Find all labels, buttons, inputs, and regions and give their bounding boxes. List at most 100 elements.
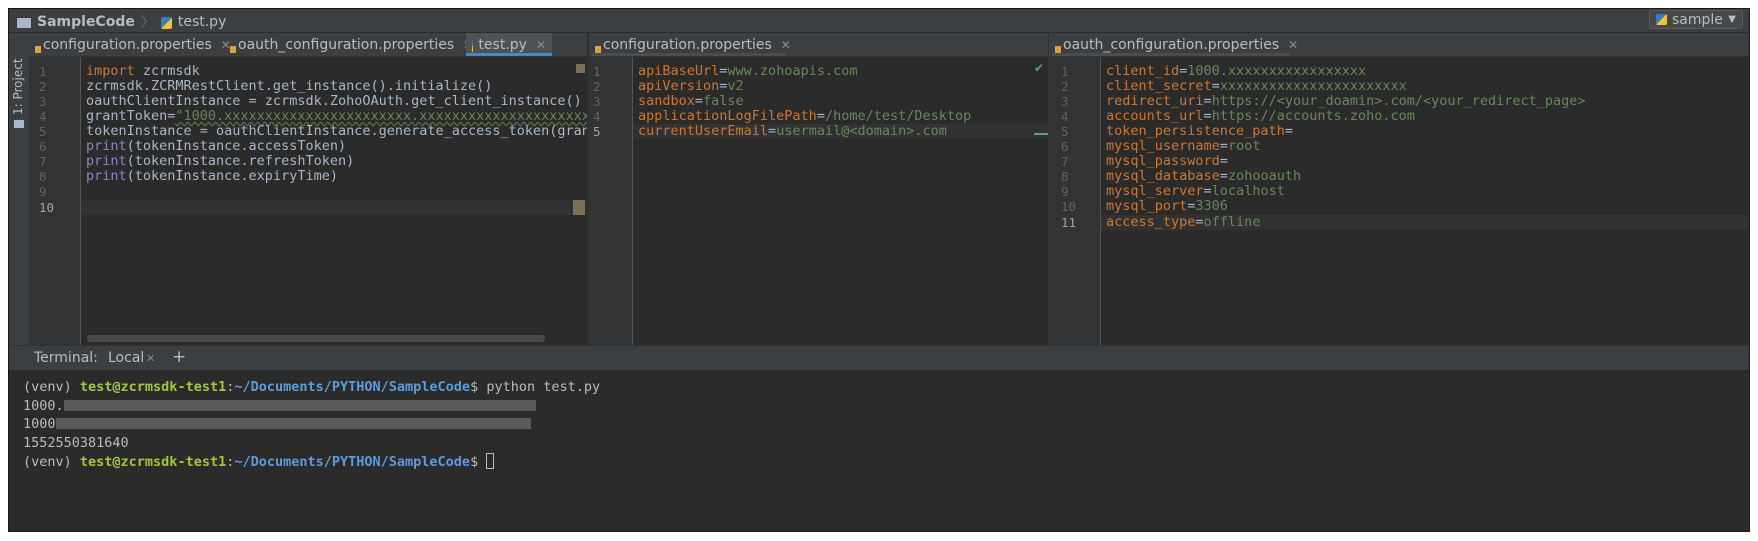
property-line: mysql_username=root bbox=[1106, 138, 1261, 154]
line-number: 5 bbox=[593, 124, 601, 139]
line-number: 4 bbox=[39, 109, 47, 124]
property-line: applicationLogFilePath=/home/test/Deskto… bbox=[638, 108, 972, 124]
line-number: 1 bbox=[39, 64, 47, 79]
run-config-label: sample bbox=[1672, 11, 1723, 28]
property-line: token_persistence_path= bbox=[1106, 123, 1293, 139]
terminal-output-line: 1000. bbox=[23, 397, 536, 415]
terminal-prompt-line: (venv) test@zcrmsdk-test1:~/Documents/PY… bbox=[23, 453, 495, 471]
line-number-gutter: 1 2 3 4 5 6 7 8 9 10 11 bbox=[1049, 57, 1101, 345]
line-number: 8 bbox=[1061, 169, 1069, 184]
line-number: 6 bbox=[39, 139, 47, 154]
line-number: 5 bbox=[39, 124, 47, 139]
code-line: print(tokenInstance.expiryTime) bbox=[86, 168, 338, 184]
property-line: currentUserEmail=usermail@<domain>.com bbox=[638, 123, 947, 139]
line-number: 3 bbox=[1061, 94, 1069, 109]
terminal-tab-local[interactable]: Local bbox=[108, 350, 144, 366]
code-line: import zcrmsdk bbox=[86, 63, 200, 79]
redacted-token bbox=[55, 417, 531, 429]
terminal-header: Terminal: Local ✕ + bbox=[9, 345, 1749, 370]
tab-label: configuration.properties bbox=[603, 36, 772, 53]
line-number: 5 bbox=[1061, 124, 1069, 139]
run-config-selector[interactable]: sample ▼ bbox=[1649, 10, 1743, 29]
terminal-output-line: 1552550381640 bbox=[23, 435, 129, 451]
property-line: sandbox=false bbox=[638, 93, 744, 109]
editor-tabbar: configuration.properties ✕ oauth_configu… bbox=[29, 33, 587, 57]
ide-window: SampleCode 〉 test.py sample ▼ 1: Project… bbox=[8, 8, 1750, 532]
line-number: 10 bbox=[1061, 199, 1077, 214]
code-line: tokenInstance = oauthClientInstance.gene… bbox=[86, 123, 587, 139]
line-number: 3 bbox=[593, 94, 601, 109]
code-line: print(tokenInstance.refreshToken) bbox=[86, 153, 355, 169]
tab-configuration-properties[interactable]: configuration.properties ✕ bbox=[592, 33, 791, 56]
tab-oauth-configuration-properties[interactable]: oauth_configuration.properties ✕ bbox=[1052, 33, 1298, 56]
python-file-icon bbox=[160, 17, 172, 29]
close-icon[interactable]: ✕ bbox=[146, 352, 155, 365]
property-line: mysql_password= bbox=[1106, 153, 1228, 169]
checkmark-icon: ✔ bbox=[1033, 61, 1044, 75]
tab-label: oauth_configuration.properties bbox=[238, 36, 455, 53]
line-number: 2 bbox=[1061, 79, 1069, 94]
property-line: mysql_server=localhost bbox=[1106, 183, 1285, 199]
scroll-marker bbox=[573, 200, 585, 215]
tab-oauth-configuration-properties[interactable]: oauth_configuration.properties ✕ bbox=[227, 33, 473, 56]
tab-label: oauth_configuration.properties bbox=[1063, 36, 1280, 53]
breadcrumb-file[interactable]: test.py bbox=[178, 14, 227, 30]
terminal-output-line: 1000 bbox=[23, 415, 531, 433]
current-line-highlight bbox=[81, 200, 587, 215]
breadcrumb-separator-icon: 〉 bbox=[140, 15, 155, 31]
line-number: 2 bbox=[593, 79, 601, 94]
code-line: zcrmsdk.ZCRMRestClient.get_instance().in… bbox=[86, 78, 493, 94]
terminal-prompt-line: (venv) test@zcrmsdk-test1:~/Documents/PY… bbox=[23, 379, 601, 395]
text-cursor bbox=[486, 453, 495, 469]
close-icon[interactable]: ✕ bbox=[536, 38, 546, 52]
property-line: access_type=offline bbox=[1106, 214, 1261, 230]
tab-configuration-properties[interactable]: configuration.properties ✕ bbox=[32, 33, 231, 56]
line-number: 4 bbox=[593, 109, 601, 124]
property-line: accounts_url=https://accounts.zoho.com bbox=[1106, 108, 1415, 124]
close-icon[interactable]: ✕ bbox=[781, 38, 791, 52]
code-line: print(tokenInstance.accessToken) bbox=[86, 138, 347, 154]
tab-test-py[interactable]: test.py ✕ bbox=[466, 33, 552, 56]
properties-editor[interactable]: client_id=1000.xxxxxxxxxxxxxxxxx client_… bbox=[1101, 57, 1749, 345]
terminal-output[interactable]: (venv) test@zcrmsdk-test1:~/Documents/PY… bbox=[9, 369, 1749, 531]
editor-pane-test-py: configuration.properties ✕ oauth_configu… bbox=[29, 33, 587, 345]
horizontal-scrollbar[interactable] bbox=[87, 335, 545, 342]
line-number-gutter: 1 2 3 4 5 bbox=[589, 57, 633, 345]
property-line: mysql_database=zohooauth bbox=[1106, 168, 1302, 184]
project-tool-button[interactable]: 1: Project bbox=[11, 58, 25, 115]
navigation-bar: SampleCode 〉 test.py sample ▼ bbox=[9, 9, 1749, 33]
line-number: 7 bbox=[39, 154, 47, 169]
property-line: mysql_port=3306 bbox=[1106, 198, 1228, 214]
code-line: grantToken="1000.xxxxxxxxxxxxxxxxxxxxxxx… bbox=[86, 108, 587, 124]
property-line: client_secret=xxxxxxxxxxxxxxxxxxxxxxx bbox=[1106, 78, 1407, 94]
warning-marker-icon[interactable] bbox=[576, 64, 585, 73]
line-number: 11 bbox=[1061, 215, 1077, 230]
breadcrumb: SampleCode 〉 test.py bbox=[17, 12, 226, 32]
line-number: 6 bbox=[1061, 139, 1069, 154]
editor-pane-oauth-configuration-properties: oauth_configuration.properties ✕ 1 2 3 4… bbox=[1048, 33, 1749, 345]
close-icon[interactable]: ✕ bbox=[1288, 38, 1298, 52]
line-number: 1 bbox=[593, 64, 601, 79]
python-file-icon bbox=[472, 39, 474, 52]
new-terminal-button[interactable]: + bbox=[172, 347, 186, 367]
line-number: 9 bbox=[39, 184, 47, 199]
line-number: 1 bbox=[1061, 64, 1069, 79]
line-number: 4 bbox=[1061, 109, 1069, 124]
editor-pane-configuration-properties: configuration.properties ✕ 1 2 3 4 5 api… bbox=[588, 33, 1048, 345]
tab-label: configuration.properties bbox=[43, 36, 212, 53]
breadcrumb-project[interactable]: SampleCode bbox=[37, 14, 135, 30]
project-folder-icon bbox=[14, 120, 24, 128]
property-line: apiBaseUrl=www.zohoapis.com bbox=[638, 63, 858, 79]
property-line: redirect_uri=https://<your_doamin>.com/<… bbox=[1106, 93, 1586, 109]
folder-icon bbox=[17, 18, 31, 28]
chevron-down-icon: ▼ bbox=[1728, 14, 1736, 25]
code-editor[interactable]: import zcrmsdk zcrmsdk.ZCRMRestClient.ge… bbox=[81, 57, 587, 345]
line-number: 8 bbox=[39, 169, 47, 184]
line-number: 2 bbox=[39, 79, 47, 94]
tab-label: test.py bbox=[478, 36, 527, 53]
editor-tabbar: configuration.properties ✕ bbox=[589, 33, 1048, 57]
line-number-gutter: 1 2 3 4 5 6 7 8 9 10 bbox=[29, 57, 81, 345]
property-line: client_id=1000.xxxxxxxxxxxxxxxxx bbox=[1106, 63, 1367, 79]
line-number: 9 bbox=[1061, 184, 1069, 199]
properties-editor[interactable]: apiBaseUrl=www.zohoapis.com apiVersion=v… bbox=[633, 57, 1048, 345]
